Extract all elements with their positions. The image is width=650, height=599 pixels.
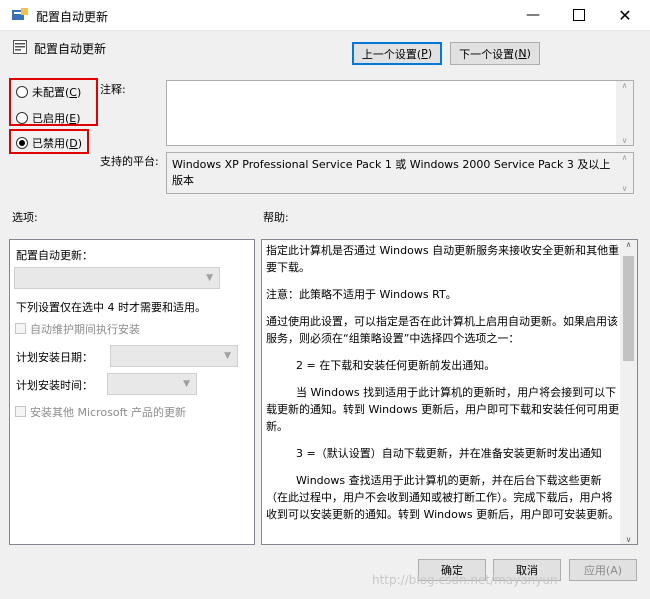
scroll-up-icon[interactable]: ∧ <box>616 153 633 162</box>
radio-circle[interactable] <box>16 86 28 98</box>
prev-setting-button[interactable]: 上一个设置(P) <box>352 42 442 65</box>
maximize-icon <box>573 9 585 21</box>
scroll-up-icon[interactable]: ∧ <box>620 240 637 249</box>
install-day-select[interactable]: ▼ <box>110 345 238 367</box>
radio-not-configured-label: 未配置(C) <box>32 86 82 99</box>
radio-disabled[interactable]: 已禁用(D) <box>16 135 82 151</box>
comment-input[interactable]: ∧ ∨ <box>166 80 634 146</box>
chevron-down-icon: ▼ <box>224 351 231 361</box>
chevron-down-icon: ▼ <box>206 273 213 283</box>
next-setting-key: N <box>518 47 527 60</box>
install-time-select[interactable]: ▼ <box>107 373 197 395</box>
help-paragraph: 3 =（默认设置）自动下载更新，并在准备安装更新时发出通知 <box>296 447 602 460</box>
install-day-label: 计划安装日期： <box>16 351 93 364</box>
policy-title: 配置自动更新 <box>34 42 107 56</box>
help-panel: 指定此计算机是否通过 Windows 自动更新服务来接收安全更新和其他重要下载。… <box>261 239 638 545</box>
radio-not-configured[interactable]: 未配置(C) <box>16 84 81 100</box>
comment-label: 注释: <box>100 83 126 96</box>
group-policy-icon <box>12 8 28 20</box>
options-label: 选项: <box>12 211 38 224</box>
watermark: http://blog.csdn.net/mayanyun <box>372 573 558 587</box>
install-time-label: 计划安装时间： <box>16 379 93 392</box>
next-setting-button[interactable]: 下一个设置(N) <box>450 42 540 65</box>
supported-scrollbar[interactable]: ∧ ∨ <box>616 153 633 193</box>
help-paragraph: 通过使用此设置，可以指定是否在此计算机上启用自动更新。如果启用该服务，则必须在“… <box>266 315 618 345</box>
supported-on-field: Windows XP Professional Service Pack 1 或… <box>166 152 634 194</box>
radio-enabled-label: 已启用(E) <box>32 112 81 125</box>
help-label: 帮助: <box>263 211 289 224</box>
configure-updates-label: 配置自动更新： <box>16 249 93 262</box>
supported-on-value: Windows XP Professional Service Pack 1 或… <box>172 158 611 187</box>
help-paragraph: 指定此计算机是否通过 Windows 自动更新服务来接收安全更新和其他重要下载。 <box>266 244 620 274</box>
minimize-icon: — <box>526 7 540 23</box>
next-setting-label: 下一个设置( <box>459 47 519 61</box>
help-paragraph: Windows 查找适用于此计算机的更新，并在后台下载这些更新（在此过程中，用户… <box>266 474 620 521</box>
prev-setting-key: P <box>421 47 428 60</box>
scroll-down-icon[interactable]: ∨ <box>616 184 633 193</box>
scroll-up-icon[interactable]: ∧ <box>616 81 633 90</box>
maximize-button[interactable] <box>556 0 602 30</box>
supported-on-label: 支持的平台: <box>100 155 159 168</box>
radio-circle[interactable] <box>16 112 28 124</box>
prev-setting-label: 上一个设置( <box>361 47 422 61</box>
options-note: 下列设置仅在选中 4 时才需要和适用。 <box>16 301 206 314</box>
apply-button[interactable]: 应用(A) <box>569 559 637 581</box>
help-scrollbar[interactable]: ∧ ∨ <box>620 240 637 544</box>
help-paragraph: 当 Windows 找到适用于此计算机的更新时，用户将会接到可以下载更新的通知。… <box>266 386 620 433</box>
scroll-thumb[interactable] <box>623 256 634 361</box>
minimize-button[interactable]: — <box>510 0 556 30</box>
radio-enabled[interactable]: 已启用(E) <box>16 110 81 126</box>
maintenance-checkbox[interactable] <box>15 323 26 334</box>
close-icon: ✕ <box>618 5 632 25</box>
configure-updates-select[interactable]: ▼ <box>14 267 220 289</box>
policy-setting-icon <box>13 40 27 54</box>
window-title: 配置自动更新 <box>36 10 109 24</box>
comment-scrollbar[interactable]: ∧ ∨ <box>616 81 633 145</box>
scroll-down-icon[interactable]: ∨ <box>616 136 633 145</box>
radio-circle-checked[interactable] <box>16 137 28 149</box>
help-text: 指定此计算机是否通过 Windows 自动更新服务来接收安全更新和其他重要下载。… <box>266 242 620 533</box>
other-products-label: 安装其他 Microsoft 产品的更新 <box>30 406 187 419</box>
radio-disabled-label: 已禁用(D) <box>32 137 83 150</box>
chevron-down-icon: ▼ <box>183 379 190 389</box>
maintenance-label: 自动维护期间执行安装 <box>30 323 140 336</box>
help-paragraph: 2 = 在下载和安装任何更新前发出通知。 <box>296 359 496 372</box>
other-products-checkbox[interactable] <box>15 406 26 417</box>
close-button[interactable]: ✕ <box>602 0 648 30</box>
help-paragraph: 注意：此策略不适用于 Windows RT。 <box>266 288 457 301</box>
scroll-down-icon[interactable]: ∨ <box>620 535 637 544</box>
